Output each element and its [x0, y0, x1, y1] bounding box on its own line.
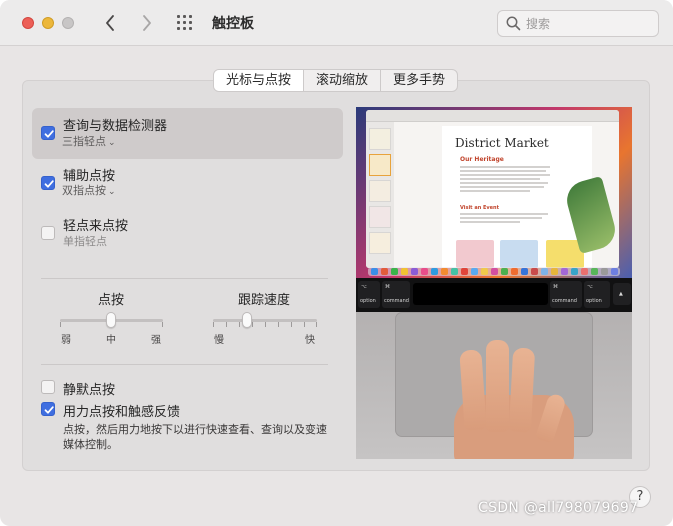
search-field[interactable] [497, 10, 659, 37]
slider-tick [278, 322, 279, 327]
window-title: 触控板 [212, 16, 254, 32]
slider-tick [316, 322, 317, 327]
preview-card [500, 240, 538, 268]
preview-toolbar [366, 110, 619, 122]
chevron-right-icon [143, 15, 151, 31]
show-all-grid-button[interactable] [176, 14, 196, 32]
preview-section-heading: Our Heritage [460, 156, 504, 163]
slider-tick [291, 322, 292, 327]
click-pressure-slider-knob[interactable] [106, 312, 116, 328]
divider [41, 364, 328, 365]
secondary-click-gesture-value: 双指点按 [62, 184, 106, 197]
gesture-preview-video: District Market Our Heritage Visit an Ev… [356, 107, 632, 459]
tracking-fast-label: 快 [305, 335, 315, 346]
secondary-click-checkbox[interactable] [41, 176, 55, 190]
tracking-slow-label: 慢 [214, 335, 224, 346]
zoom-window-button[interactable] [62, 17, 74, 29]
preview-document-window: District Market Our Heritage Visit an Ev… [366, 110, 619, 268]
preview-doc-title: District Market [455, 136, 549, 150]
slider-tick [162, 322, 163, 327]
lookup-gesture-value: 三指轻点 [62, 135, 106, 148]
slider-tick [265, 322, 266, 327]
silent-click-label: 静默点按 [63, 383, 116, 398]
preview-screen: District Market Our Heritage Visit an Ev… [356, 107, 632, 278]
back-button[interactable] [99, 11, 121, 35]
option-key-label: option [360, 298, 376, 304]
tap-to-click-checkbox[interactable] [41, 226, 55, 240]
tab-scroll-and-zoom[interactable]: 滚动缩放 [304, 70, 382, 91]
checkmark-icon [44, 406, 54, 414]
slider-tick [304, 322, 305, 327]
chevron-down-icon: ⌄ [108, 138, 116, 148]
slider-tick [239, 322, 240, 327]
tracking-speed-slider-knob[interactable] [242, 312, 253, 328]
preview-dock [368, 267, 620, 276]
title-bar: 触控板 [0, 0, 673, 46]
checkmark-icon [44, 180, 54, 188]
force-click-label: 用力点按和触感反馈 [63, 405, 181, 420]
minimize-window-button[interactable] [42, 17, 54, 29]
slider-tick [60, 322, 61, 327]
tap-to-click-label: 轻点来点按 [63, 219, 129, 234]
tab-more-gestures[interactable]: 更多手势 [381, 70, 457, 91]
tracking-speed-title: 跟踪速度 [238, 293, 291, 308]
preview-finger [486, 340, 509, 432]
preview-touch-bar [413, 283, 548, 305]
command-key-label: command [384, 298, 409, 304]
preview-finger [508, 347, 536, 433]
secondary-click-gesture-popup[interactable]: 双指点按 ⌄ [62, 182, 116, 198]
tab-point-and-click[interactable]: 光标与点按 [214, 70, 305, 91]
chevron-down-icon: ⌄ [108, 187, 116, 197]
click-pressure-title: 点按 [98, 293, 125, 308]
tab-bar: 光标与点按 滚动缩放 更多手势 [213, 69, 459, 92]
tap-to-click-sub: 单指轻点 [63, 235, 107, 248]
click-strong-label: 强 [151, 335, 161, 346]
preferences-window: 触控板 光标与点按 滚动缩放 更多手势 查询与数据检测器 三指轻点⌄ 辅助点按 … [0, 0, 673, 526]
preview-section-heading: Visit an Event [460, 205, 500, 211]
option-key-label: option [586, 298, 602, 304]
force-click-description: 点按，然后用力地按下以进行快速查看、查询以及变速媒体控制。 [63, 423, 327, 451]
watermark: CSDN @all798079697 [478, 500, 639, 516]
divider [41, 278, 328, 279]
preview-keyboard: ⌥ option ⌘ command ⌘ command ⌥ option ▲ [356, 278, 632, 312]
checkmark-icon [44, 130, 54, 138]
preview-card [456, 240, 494, 268]
lookup-data-detectors-checkbox[interactable] [41, 126, 55, 140]
slider-tick [226, 322, 227, 327]
search-icon [506, 16, 521, 31]
slider-tick [213, 322, 214, 327]
click-weak-label: 弱 [61, 335, 71, 346]
close-window-button[interactable] [22, 17, 34, 29]
silent-click-checkbox[interactable] [41, 380, 55, 394]
forward-button[interactable] [136, 11, 158, 35]
force-click-checkbox[interactable] [41, 402, 55, 416]
lookup-data-detectors-label: 查询与数据检测器 [63, 119, 168, 134]
search-input[interactable] [526, 15, 651, 33]
preview-laptop-body [356, 312, 632, 459]
lookup-gesture-popup[interactable]: 三指轻点 ⌄ [62, 133, 116, 149]
click-medium-label: 中 [106, 335, 116, 346]
preview-thumbnails [366, 122, 394, 268]
slider-tick [252, 322, 253, 327]
command-key-label: command [552, 298, 577, 304]
chevron-left-icon [106, 15, 114, 31]
